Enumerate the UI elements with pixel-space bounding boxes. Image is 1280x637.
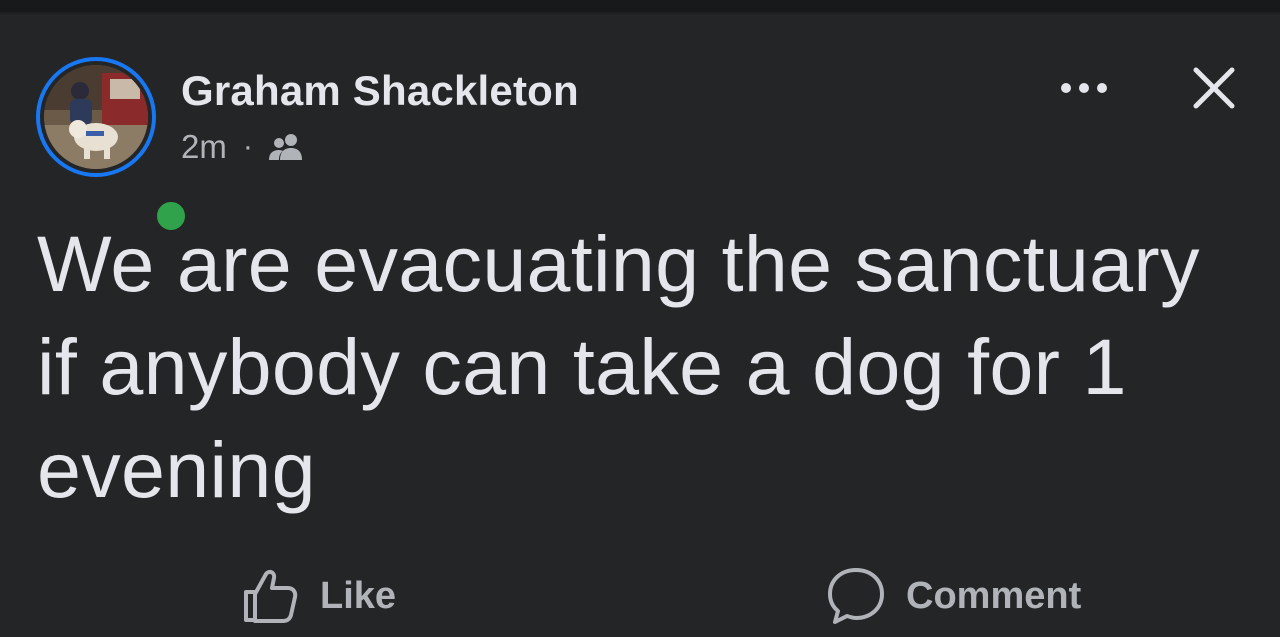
comment-button[interactable]: Comment: [826, 562, 1081, 630]
avatar[interactable]: [44, 65, 148, 169]
top-bar: [0, 0, 1280, 12]
avatar-photo: [44, 65, 148, 169]
post-text: We are evacuating the sanctuary if anybo…: [37, 219, 1200, 514]
comment-label: Comment: [906, 574, 1082, 617]
like-button[interactable]: Like: [240, 562, 396, 630]
friends-icon[interactable]: [267, 130, 305, 164]
post-meta: 2m ·: [181, 127, 305, 167]
author-avatar-container[interactable]: [36, 57, 190, 235]
like-label: Like: [320, 574, 397, 617]
meta-separator: ·: [242, 130, 253, 163]
post-view: Graham Shackleton 2m · We are evacuating…: [0, 0, 1280, 637]
author-name[interactable]: Graham Shackleton: [181, 67, 579, 115]
close-icon: [1193, 67, 1235, 109]
post-timestamp[interactable]: 2m: [181, 128, 227, 166]
speech-bubble-icon: [828, 568, 884, 624]
close-button[interactable]: [1182, 58, 1246, 118]
thumbs-up-icon: [244, 569, 298, 623]
top-bar-divider: [0, 12, 1280, 14]
more-options-icon: [1061, 83, 1107, 93]
more-options-button[interactable]: [1052, 66, 1116, 110]
